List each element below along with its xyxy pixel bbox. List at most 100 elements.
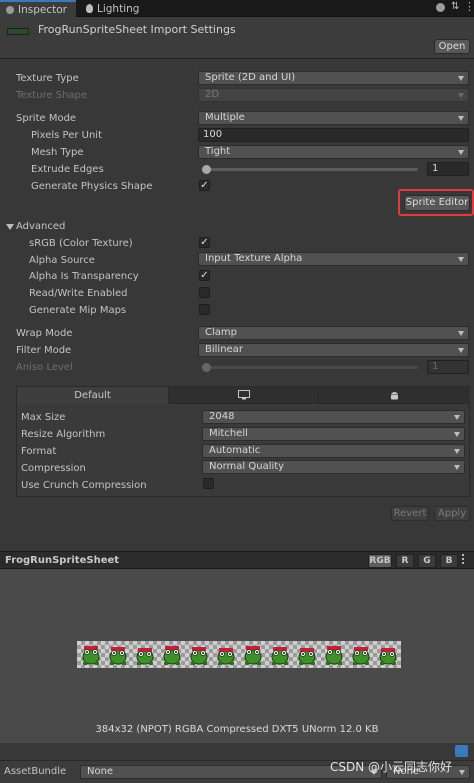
asset-bundle-value: None [87, 766, 114, 777]
chevron-down-icon [458, 257, 464, 262]
lightbulb-icon [86, 4, 93, 13]
more-options-icon[interactable]: ⋮ [464, 0, 474, 13]
mip-maps-label: Generate Mip Maps [29, 305, 127, 316]
sprite-sheet-preview [77, 641, 401, 668]
format-dropdown[interactable]: Automatic [202, 444, 465, 458]
tab-lighting-label: Lighting [97, 2, 140, 15]
generate-physics-shape-label: Generate Physics Shape [31, 181, 153, 192]
texture-shape-dropdown: 2D [198, 88, 469, 102]
info-icon [6, 5, 14, 14]
texture-type-dropdown[interactable]: Sprite (2D and UI) [198, 71, 469, 85]
channel-r-button[interactable]: R [396, 554, 414, 568]
chevron-down-icon [454, 415, 460, 420]
foldout-arrow-icon[interactable] [6, 224, 14, 230]
preset-icon[interactable]: ⇅ [451, 1, 459, 12]
alpha-source-value: Input Texture Alpha [205, 253, 303, 264]
sprite-mode-value: Multiple [205, 112, 245, 123]
tab-lighting[interactable]: Lighting [80, 0, 148, 17]
alpha-source-dropdown[interactable]: Input Texture Alpha [198, 252, 469, 266]
sprite-frame [190, 647, 207, 665]
sprite-frame [352, 647, 369, 665]
sprite-frame [163, 646, 180, 665]
extrude-edges-slider[interactable] [206, 168, 418, 171]
chevron-down-icon [458, 150, 464, 155]
android-icon [391, 391, 398, 399]
sprite-mode-dropdown[interactable]: Multiple [198, 111, 469, 125]
filter-mode-dropdown[interactable]: Bilinear [198, 343, 469, 357]
tab-inspector[interactable]: Inspector [0, 0, 76, 17]
chevron-down-icon [454, 465, 460, 470]
tab-bar: Inspector Lighting ⇅ ⋮ [0, 0, 474, 17]
chevron-down-icon [458, 348, 464, 353]
crunch-compression-label: Use Crunch Compression [21, 480, 147, 491]
max-size-dropdown[interactable]: 2048 [202, 410, 465, 424]
apply-button[interactable]: Apply [434, 506, 470, 521]
texture-shape-label: Texture Shape [16, 90, 88, 101]
compression-value: Normal Quality [209, 461, 285, 472]
texture-thumbnail-icon [7, 28, 29, 35]
aniso-level-label: Aniso Level [16, 362, 73, 373]
chevron-down-icon [454, 432, 460, 437]
open-button[interactable]: Open [434, 39, 470, 54]
chevron-down-icon [458, 93, 464, 98]
sprite-frame [82, 646, 99, 665]
format-value: Automatic [209, 445, 261, 456]
compression-dropdown[interactable]: Normal Quality [202, 460, 465, 474]
tab-inspector-label: Inspector [18, 3, 67, 16]
resize-algorithm-value: Mitchell [209, 428, 248, 439]
mip-maps-checkbox[interactable] [199, 304, 210, 315]
sprite-frame [379, 648, 396, 665]
pixels-per-unit-input[interactable]: 100 [198, 128, 469, 142]
wrap-mode-dropdown[interactable]: Clamp [198, 326, 469, 340]
mesh-type-dropdown[interactable]: Tight [198, 145, 469, 159]
help-icon[interactable] [436, 3, 445, 12]
tab-default-platform[interactable]: Default [17, 387, 169, 404]
advanced-foldout[interactable]: Advanced [16, 221, 65, 232]
resize-algorithm-dropdown[interactable]: Mitchell [202, 427, 465, 441]
texture-shape-value: 2D [205, 89, 220, 100]
tag-icon[interactable] [455, 745, 468, 757]
aniso-level-slider [206, 366, 418, 369]
compression-label: Compression [21, 463, 86, 474]
extrude-edges-input[interactable]: 1 [427, 162, 469, 176]
tab-standalone-platform[interactable] [169, 387, 319, 404]
tab-android-platform[interactable] [319, 387, 470, 404]
aniso-level-input: 1 [427, 360, 469, 374]
filter-mode-label: Filter Mode [16, 345, 72, 356]
sprite-frame [325, 646, 342, 665]
read-write-label: Read/Write Enabled [29, 288, 128, 299]
sprite-frame [136, 648, 153, 665]
generate-physics-shape-checkbox[interactable]: ✓ [199, 180, 210, 191]
inspector-header: FrogRunSpriteSheet Import Settings Open [0, 17, 474, 59]
texture-type-value: Sprite (2D and UI) [205, 72, 296, 83]
channel-g-button[interactable]: G [418, 554, 436, 568]
alpha-is-transparency-checkbox[interactable]: ✓ [199, 270, 210, 281]
preview-menu-icon[interactable] [462, 558, 464, 560]
preview-title: FrogRunSpriteSheet [5, 555, 120, 566]
platform-settings-panel: Default Max Size 2048 Resize Algorithm M… [16, 386, 470, 497]
alpha-is-transparency-label: Alpha Is Transparency [29, 271, 139, 282]
revert-button[interactable]: Revert [391, 506, 429, 521]
watermark-text: CSDN @小云同志你好 [330, 760, 453, 774]
chevron-down-icon [458, 331, 464, 336]
tab-default-label: Default [74, 390, 111, 401]
resize-algorithm-label: Resize Algorithm [21, 429, 106, 440]
max-size-label: Max Size [21, 412, 66, 423]
read-write-checkbox[interactable] [199, 287, 210, 298]
crunch-compression-checkbox[interactable] [203, 478, 214, 489]
extrude-edges-label: Extrude Edges [31, 164, 104, 175]
srgb-checkbox[interactable]: ✓ [199, 237, 210, 248]
sprite-frame [271, 647, 288, 665]
chevron-down-icon [454, 449, 460, 454]
channel-rgb-button[interactable]: RGB [368, 554, 392, 568]
aniso-level-slider-handle [202, 363, 211, 372]
format-label: Format [21, 446, 57, 457]
extrude-edges-slider-handle[interactable] [202, 165, 211, 174]
alpha-source-label: Alpha Source [29, 255, 95, 266]
srgb-label: sRGB (Color Texture) [29, 238, 133, 249]
asset-bundle-label: AssetBundle [4, 766, 67, 777]
wrap-mode-value: Clamp [205, 327, 237, 338]
sprite-frame [244, 646, 261, 665]
channel-b-button[interactable]: B [440, 554, 458, 568]
chevron-down-icon [458, 116, 464, 121]
